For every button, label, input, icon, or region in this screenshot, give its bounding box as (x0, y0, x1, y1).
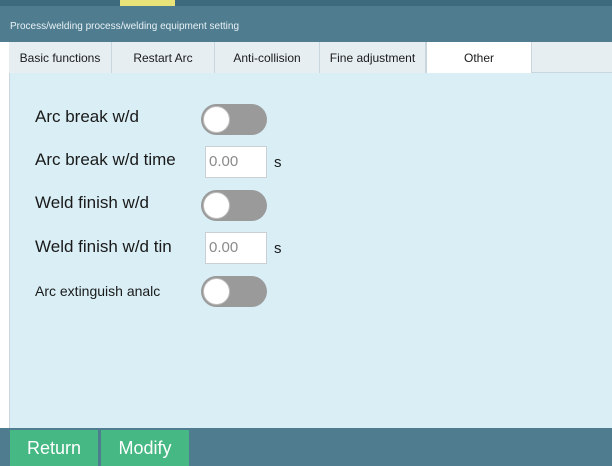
tab-other[interactable]: Other (426, 42, 532, 73)
arc-extinguish-analog-label: Arc extinguish analc (35, 283, 161, 299)
tab-label: Basic functions (19, 50, 101, 65)
breadcrumb: Process/welding process/welding equipmen… (10, 21, 240, 32)
weld-finish-wd-toggle[interactable] (201, 190, 267, 221)
title-bar: Process/welding process/welding equipmen… (0, 6, 612, 42)
return-button[interactable]: Return (10, 430, 98, 466)
toggle-knob (203, 278, 230, 305)
weld-finish-wd-label: Weld finish w/d (35, 193, 150, 212)
tab-basic-functions[interactable]: Basic functions (9, 42, 112, 73)
arc-break-wd-time-unit: s (274, 154, 282, 171)
arc-break-wd-time-input[interactable]: 0.00 (205, 146, 267, 178)
arc-break-wd-toggle[interactable] (201, 104, 267, 135)
tab-label: Other (463, 50, 494, 65)
arc-break-wd-label: Arc break w/d (35, 107, 139, 126)
tab-bar: Basic functions Restart Arc Anti-collisi… (9, 42, 612, 73)
toggle-knob (203, 192, 230, 219)
weld-finish-wd-time-input[interactable]: 0.00 (205, 232, 267, 264)
settings-panel: Arc break w/d Arc break w/d time 0.00 s … (9, 73, 612, 428)
toggle-knob (203, 106, 230, 133)
tab-fine-adjustment[interactable]: Fine adjustment (320, 42, 426, 73)
weld-finish-wd-time-unit: s (274, 240, 282, 257)
tab-anti-collision[interactable]: Anti-collision (215, 42, 320, 73)
tab-restart-arc[interactable]: Restart Arc (112, 42, 215, 73)
arc-break-wd-time-label: Arc break w/d time (35, 150, 176, 169)
modify-button[interactable]: Modify (101, 430, 189, 466)
arc-extinguish-analog-toggle[interactable] (201, 276, 267, 307)
weld-finish-wd-time-label: Weld finish w/d tin (35, 237, 172, 256)
tab-label: Restart Arc (133, 50, 193, 65)
tab-label: Fine adjustment (329, 50, 416, 65)
tab-label: Anti-collision (233, 50, 301, 65)
